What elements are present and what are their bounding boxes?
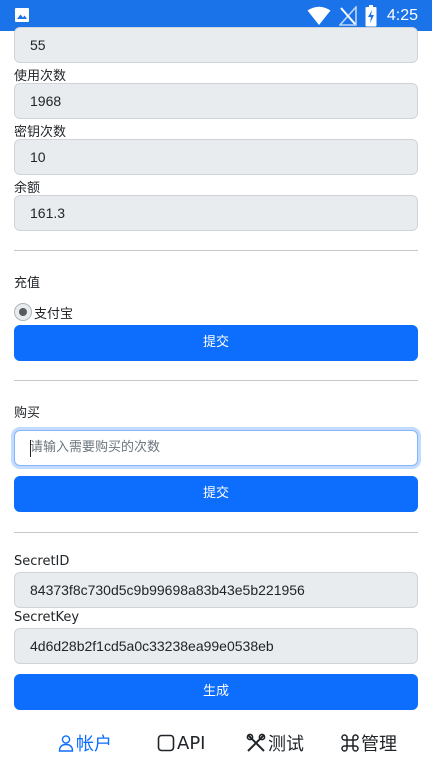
tab-test[interactable]: 测试 [246,731,304,755]
purchase-input-placeholder: 请输入需要购买的次数 [30,440,161,455]
alipay-option[interactable]: 支付宝 [14,302,73,322]
signal-off-icon [338,6,357,26]
key-count-field: 10 [14,139,418,175]
tab-account[interactable]: 帐户 [58,731,112,755]
tab-test-label: 测试 [268,734,304,755]
command-icon [341,734,359,752]
balance-field: 161.3 [14,195,418,231]
secret-key-label: SecretKey [14,610,80,625]
text-caret [30,440,31,457]
clock: 4:25 [386,7,418,24]
tab-manage[interactable]: 管理 [341,731,397,755]
divider [14,380,418,381]
secret-id-label: SecretID [14,554,70,569]
generate-button[interactable]: 生成 [14,674,418,710]
bottom-tab-bar: 帐户 API 测试 管理 [0,720,432,768]
battery-charging-icon [365,5,377,27]
recharge-title: 充值 [14,276,41,291]
key-count-label: 密钥次数 [14,125,67,140]
balance-label: 余额 [14,181,41,196]
person-icon [58,735,74,752]
alipay-radio[interactable] [14,303,32,321]
secret-key-field: 4d6d28b2f1cd5a0c33238ea99e0538eb [14,628,418,664]
tab-account-label: 帐户 [76,734,112,755]
tab-manage-label: 管理 [361,734,397,755]
purchase-count-input[interactable]: 请输入需要购买的次数 [14,430,418,466]
status-icons: 4:25 [307,4,418,28]
square-icon [157,734,175,752]
usage-label: 使用次数 [14,69,67,84]
tools-icon [246,733,266,752]
secret-id-field: 84373f8c730d5c9b99698a83b43e5b221956 [14,572,418,608]
wifi-icon [307,6,331,25]
tab-api[interactable]: API [157,731,205,755]
divider [14,250,418,251]
purchase-title: 购买 [14,406,41,421]
image-icon [15,8,29,22]
top-value-field: 55 [14,27,418,63]
alipay-label: 支付宝 [34,306,74,322]
purchase-submit-button[interactable]: 提交 [14,476,418,512]
recharge-submit-button[interactable]: 提交 [14,325,418,361]
usage-field: 1968 [14,83,418,119]
tab-api-label: API [177,732,206,754]
divider [14,532,418,533]
